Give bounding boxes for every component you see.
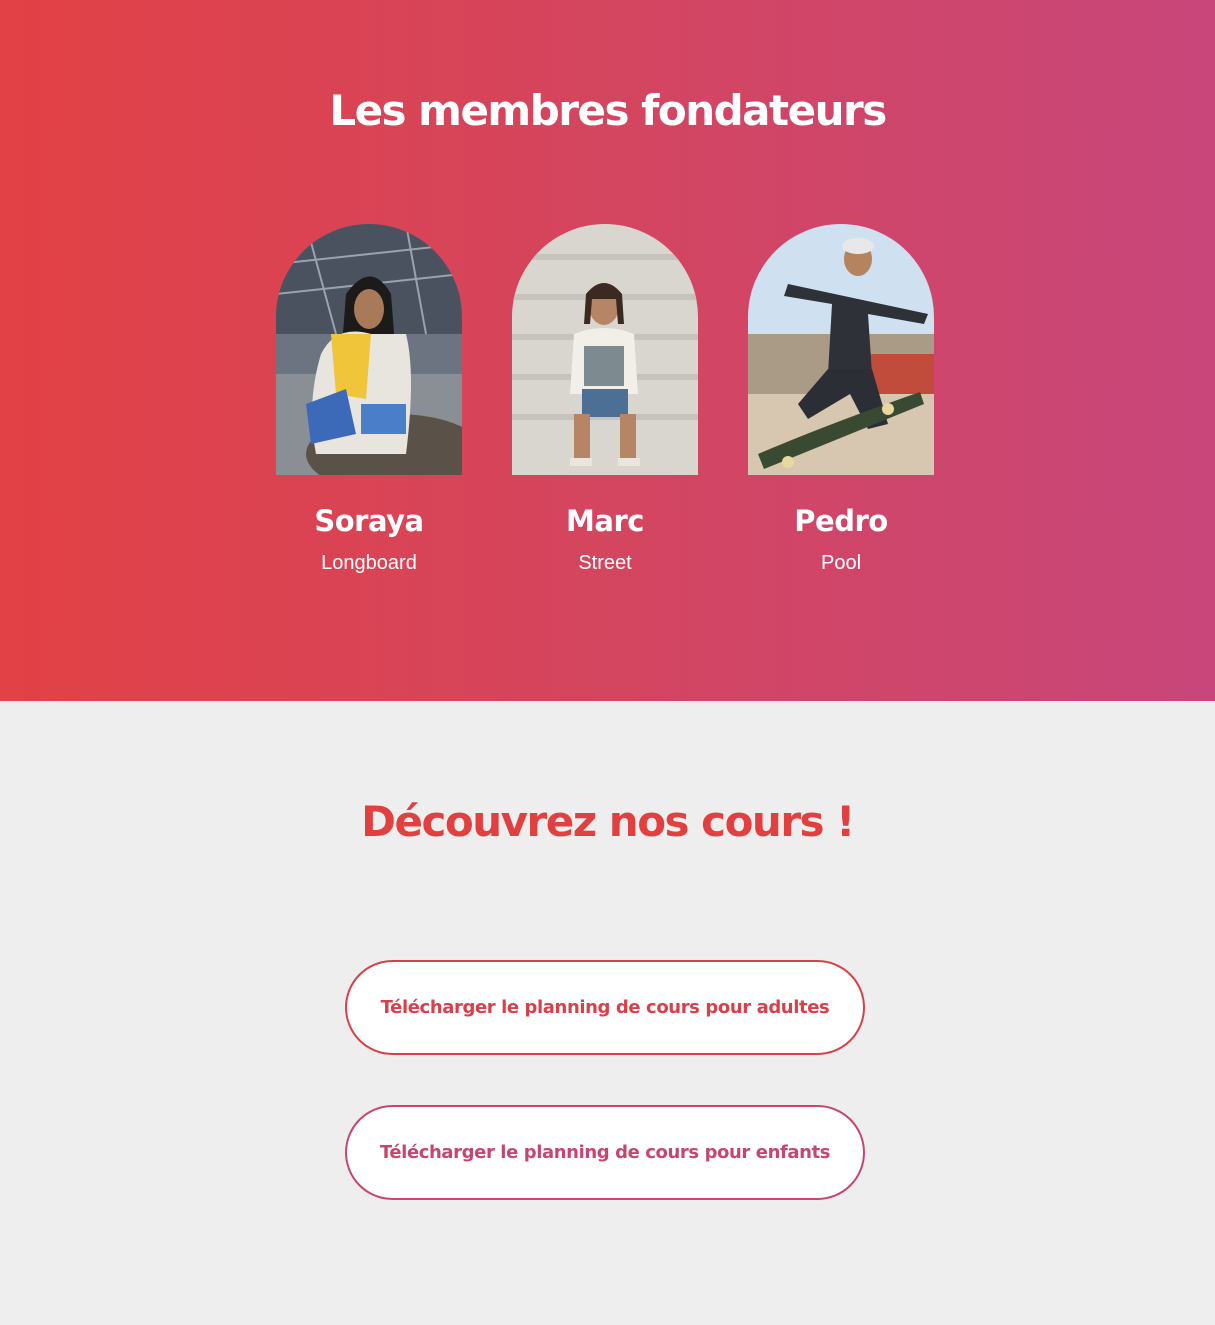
courses-section: Découvrez nos cours ! Télécharger le pla… — [0, 701, 1215, 1325]
member-photo-pedro — [748, 224, 934, 475]
member-card-pedro: Pedro Pool — [748, 224, 934, 575]
member-name: Soraya — [314, 504, 424, 538]
founders-section: Les membres fondateurs Soraya Longboard … — [0, 0, 1215, 701]
download-kids-schedule-button[interactable]: Télécharger le planning de cours pour en… — [345, 1105, 865, 1200]
founders-title: Les membres fondateurs — [329, 86, 887, 135]
download-adult-schedule-button[interactable]: Télécharger le planning de cours pour ad… — [345, 960, 865, 1055]
members-list: Soraya Longboard Marc Street Pedro Pool — [276, 224, 934, 575]
member-photo-soraya — [276, 224, 462, 475]
member-discipline: Street — [578, 552, 632, 574]
courses-title: Découvrez nos cours ! — [361, 797, 855, 846]
member-photo-marc — [512, 224, 698, 475]
member-name: Marc — [566, 504, 644, 538]
member-card-soraya: Soraya Longboard — [276, 224, 462, 575]
skateboard-trick-photo — [748, 224, 934, 475]
skatepark-indoor-photo — [276, 224, 462, 475]
member-discipline: Longboard — [321, 552, 417, 574]
member-discipline: Pool — [820, 552, 862, 574]
stairs-photo — [512, 224, 698, 475]
member-name: Pedro — [794, 504, 888, 538]
member-card-marc: Marc Street — [512, 224, 698, 575]
